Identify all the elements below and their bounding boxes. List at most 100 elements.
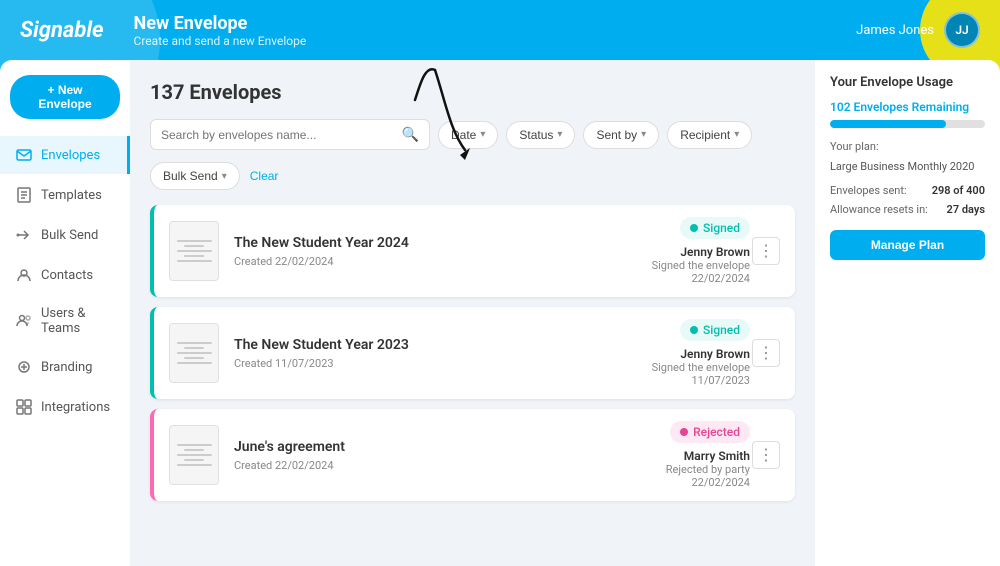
envelope-date: Created 22/02/2024: [234, 255, 610, 268]
recipient-date: 11/07/2023: [610, 374, 750, 387]
sidebar-item-label: Contacts: [41, 268, 93, 283]
chevron-down-icon: ▾: [734, 129, 739, 140]
clear-button[interactable]: Clear: [250, 169, 279, 183]
envelope-status: Signed Jenny Brown Signed the envelope 2…: [610, 217, 750, 285]
user-name: James Jones: [856, 23, 934, 38]
progress-bar: [830, 120, 985, 128]
envelope-name: The New Student Year 2024: [234, 235, 610, 251]
envelopes-sent-row: Envelopes sent: 298 of 400: [830, 184, 985, 197]
status-dot: [680, 428, 688, 436]
envelope-thumbnail: [169, 323, 219, 383]
bulk-send-icon: [15, 226, 33, 244]
envelope-thumbnail: [169, 221, 219, 281]
date-filter[interactable]: Date ▾: [438, 121, 498, 149]
header-title-area: New Envelope Create and send a new Envel…: [134, 13, 857, 48]
envelopes-sent-value: 298 of 400: [932, 184, 985, 197]
page-header: 137 Envelopes: [150, 80, 795, 104]
contacts-icon: [15, 266, 33, 284]
plan-name: Large Business Monthly 2020: [830, 159, 985, 174]
user-area: James Jones JJ: [856, 12, 980, 48]
plan-row: Your plan:: [830, 140, 985, 153]
sidebar-item-label: Branding: [41, 360, 92, 375]
actions-row: Bulk Send ▾ Clear: [150, 162, 795, 190]
more-options-button[interactable]: ⋮: [752, 339, 780, 367]
integrations-icon: [15, 398, 33, 416]
status-filter[interactable]: Status ▾: [506, 121, 575, 149]
recipient-name: Marry Smith: [610, 449, 750, 463]
envelope-count: 137 Envelopes: [150, 80, 282, 104]
bulk-send-button[interactable]: Bulk Send ▾: [150, 162, 240, 190]
allowance-value: 27 days: [947, 203, 985, 216]
templates-icon: [15, 186, 33, 204]
recipient-filter[interactable]: Recipient ▾: [667, 121, 752, 149]
envelope-thumbnail: [169, 425, 219, 485]
envelope-icon: [15, 146, 33, 164]
envelope-status: Signed Jenny Brown Signed the envelope 1…: [610, 319, 750, 387]
table-row: June's agreement Created 22/02/2024 Reje…: [150, 409, 795, 501]
envelope-status: Rejected Marry Smith Rejected by party 2…: [610, 421, 750, 489]
progress-bar-fill: [830, 120, 946, 128]
status-badge: Rejected: [670, 421, 750, 443]
envelope-date: Created 11/07/2023: [234, 357, 610, 370]
recipient-action: Signed the envelope: [610, 361, 750, 374]
right-panel: Your Envelope Usage 102 Envelopes Remain…: [815, 60, 1000, 566]
manage-plan-button[interactable]: Manage Plan: [830, 230, 985, 260]
table-row: The New Student Year 2023 Created 11/07/…: [150, 307, 795, 399]
sidebar: + New Envelope Envelopes: [0, 60, 130, 566]
recipient-name: Jenny Brown: [610, 245, 750, 259]
search-button[interactable]: 🔍: [402, 126, 419, 143]
main-content: 137 Envelopes 🔍 Date ▾ Status ▾ Sent by: [130, 60, 815, 566]
search-box[interactable]: 🔍: [150, 119, 430, 150]
envelope-name: June's agreement: [234, 439, 610, 455]
more-options-button[interactable]: ⋮: [752, 237, 780, 265]
sidebar-item-bulk-send[interactable]: Bulk Send: [0, 216, 130, 254]
avatar[interactable]: JJ: [944, 12, 980, 48]
remaining-label: 102 Envelopes Remaining: [830, 100, 985, 114]
recipient-action: Signed the envelope: [610, 259, 750, 272]
more-options-button[interactable]: ⋮: [752, 441, 780, 469]
page-subtitle: Create and send a new Envelope: [134, 34, 857, 48]
chevron-down-icon: ▾: [480, 129, 485, 140]
chevron-down-icon: ▾: [222, 171, 227, 182]
envelope-info: The New Student Year 2024 Created 22/02/…: [234, 235, 610, 268]
sidebar-item-label: Integrations: [41, 400, 110, 415]
recipient-date: 22/02/2024: [610, 476, 750, 489]
sidebar-item-templates[interactable]: Templates: [0, 176, 130, 214]
allowance-row: Allowance resets in: 27 days: [830, 203, 985, 216]
status-dot: [690, 326, 698, 334]
envelope-info: The New Student Year 2023 Created 11/07/…: [234, 337, 610, 370]
chevron-down-icon: ▾: [641, 129, 646, 140]
page-title: New Envelope: [134, 13, 857, 34]
logo-text: Signable: [20, 18, 104, 43]
table-row: The New Student Year 2024 Created 22/02/…: [150, 205, 795, 297]
envelope-date: Created 22/02/2024: [234, 459, 610, 472]
sidebar-item-label: Bulk Send: [41, 228, 98, 243]
body: + New Envelope Envelopes: [0, 60, 1000, 566]
sidebar-item-label: Templates: [41, 188, 102, 203]
sidebar-item-label: Envelopes: [41, 148, 100, 163]
sidebar-item-users-teams[interactable]: Users & Teams: [0, 296, 130, 346]
search-input[interactable]: [161, 128, 402, 142]
sent-by-filter[interactable]: Sent by ▾: [583, 121, 659, 149]
header: Signable New Envelope Create and send a …: [0, 0, 1000, 60]
logo: Signable: [20, 18, 104, 43]
envelope-list: The New Student Year 2024 Created 22/02/…: [150, 205, 795, 501]
branding-icon: [15, 358, 33, 376]
chevron-down-icon: ▾: [557, 129, 562, 140]
new-envelope-button[interactable]: + New Envelope: [10, 75, 120, 119]
recipient-date: 22/02/2024: [610, 272, 750, 285]
sidebar-item-integrations[interactable]: Integrations: [0, 388, 130, 426]
sidebar-item-branding[interactable]: Branding: [0, 348, 130, 386]
users-icon: [15, 312, 33, 330]
filters-row: 🔍 Date ▾ Status ▾ Sent by ▾ Recipient ▾: [150, 119, 795, 150]
status-badge: Signed: [680, 217, 750, 239]
status-badge: Signed: [680, 319, 750, 341]
sidebar-item-label: Users & Teams: [41, 306, 115, 336]
status-dot: [690, 224, 698, 232]
recipient-name: Jenny Brown: [610, 347, 750, 361]
app-container: Signable New Envelope Create and send a …: [0, 0, 1000, 566]
sidebar-item-contacts[interactable]: Contacts: [0, 256, 130, 294]
envelope-name: The New Student Year 2023: [234, 337, 610, 353]
sidebar-item-envelopes[interactable]: Envelopes: [0, 136, 130, 174]
recipient-action: Rejected by party: [610, 463, 750, 476]
